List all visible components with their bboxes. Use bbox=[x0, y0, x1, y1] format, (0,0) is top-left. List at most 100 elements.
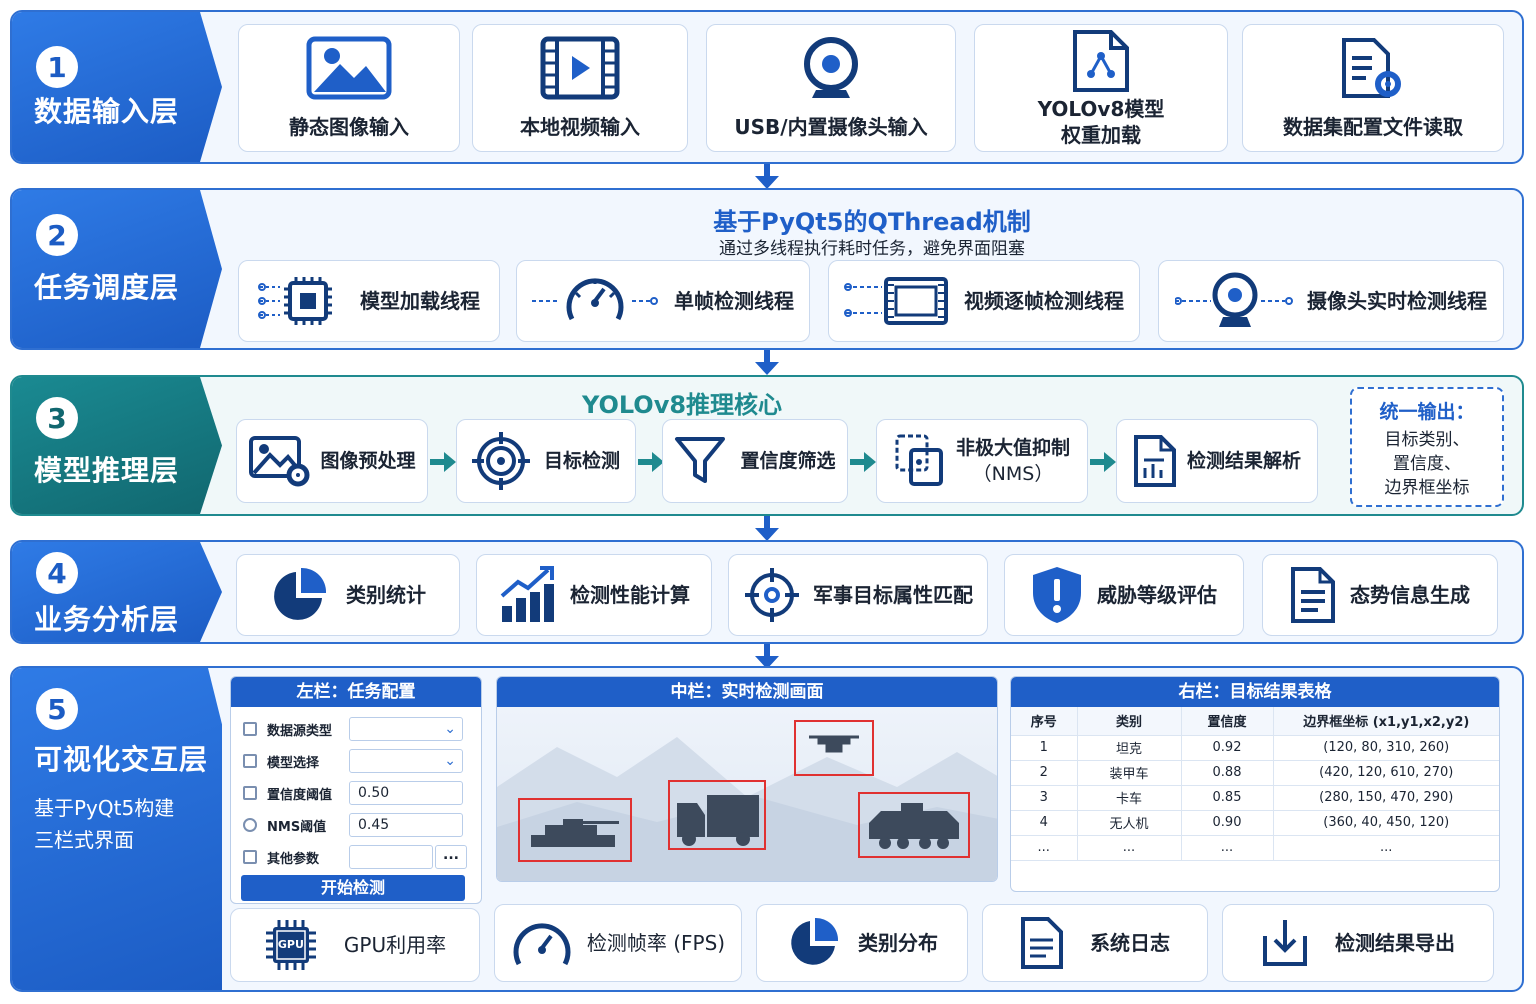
start-detection-button[interactable]: 开始检测 bbox=[241, 875, 465, 901]
card-label: 视频逐帧检测线程 bbox=[964, 289, 1124, 313]
card-label: YOLOv8模型 bbox=[1037, 97, 1165, 121]
document-icon bbox=[1020, 916, 1064, 970]
cell: ... bbox=[1076, 835, 1181, 861]
card-label: 置信度筛选 bbox=[740, 450, 836, 472]
card-single-frame-thread: 单帧检测线程 bbox=[516, 260, 810, 342]
card-label: 本地视频输入 bbox=[520, 115, 640, 139]
layer-business-analysis: 4 业务分析层 类别统计 检测性能计算 军事目标属性匹配 威胁等级评估 态势信息… bbox=[10, 540, 1524, 644]
layer-number: 5 bbox=[36, 688, 78, 730]
nms-threshold-input[interactable]: 0.45 bbox=[349, 813, 463, 837]
chip-icon bbox=[258, 273, 344, 329]
card-label: 单帧检测线程 bbox=[674, 289, 794, 313]
card-label: USB/内置摄像头输入 bbox=[734, 115, 928, 139]
webcam-icon bbox=[798, 36, 864, 102]
card-system-log: 系统日志 bbox=[982, 904, 1208, 982]
growth-chart-icon bbox=[498, 566, 556, 624]
card-threat-assessment: 威胁等级评估 bbox=[1004, 554, 1244, 636]
layer-subtitle: 三栏式界面 bbox=[34, 828, 134, 852]
table-row[interactable]: 3 卡车 0.85 (280, 150, 470, 290) bbox=[1011, 785, 1499, 811]
cell: 坦克 bbox=[1076, 735, 1181, 761]
card-confidence-filter: 置信度筛选 bbox=[662, 419, 848, 503]
confidence-threshold-input[interactable]: 0.50 bbox=[349, 781, 463, 805]
card-dataset-config: 数据集配置文件读取 bbox=[1242, 24, 1504, 152]
scheduling-subtitle: 通过多线程执行耗时任务，避免界面阻塞 bbox=[719, 239, 1025, 259]
layer-number: 2 bbox=[36, 214, 78, 256]
table-row[interactable]: ............ bbox=[1011, 835, 1499, 861]
card-label: 态势信息生成 bbox=[1350, 583, 1470, 607]
table-row[interactable]: 2 装甲车 0.88 (420, 120, 610, 270) bbox=[1011, 760, 1499, 786]
image-settings-icon bbox=[248, 435, 310, 487]
card-military-attribute: 军事目标属性匹配 bbox=[728, 554, 988, 636]
speedometer-icon bbox=[511, 916, 573, 970]
layer-number: 1 bbox=[36, 46, 78, 88]
card-camera-realtime-thread: 摄像头实时检测线程 bbox=[1158, 260, 1504, 342]
layer-subtitle: 基于PyQt5构建 bbox=[34, 796, 175, 820]
cell: 装甲车 bbox=[1076, 760, 1181, 786]
layer-header: 4 业务分析层 bbox=[12, 542, 222, 642]
download-icon bbox=[1261, 918, 1309, 968]
field-label: 模型选择 bbox=[267, 755, 320, 771]
filter-funnel-icon bbox=[674, 435, 726, 487]
card-label: 系统日志 bbox=[1090, 931, 1170, 955]
layer-header: 3 模型推理层 bbox=[12, 377, 222, 514]
card-label: 模型加载线程 bbox=[360, 289, 480, 313]
field-row-confidence: 置信度阈值 0.50 bbox=[243, 781, 473, 805]
cell: 无人机 bbox=[1076, 810, 1181, 836]
field-label: 数据源类型 bbox=[267, 723, 333, 739]
unified-output-title: 统一输出： bbox=[1379, 401, 1475, 423]
document-icon bbox=[1290, 566, 1336, 624]
gear-icon bbox=[243, 818, 257, 832]
layer-header: 1 数据输入层 bbox=[12, 12, 222, 162]
field-label: NMS阈值 bbox=[267, 819, 327, 835]
panel-title: 中栏：实时检测画面 bbox=[497, 677, 997, 707]
arrow-down-icon bbox=[755, 516, 779, 541]
panel-title: 左栏：任务配置 bbox=[231, 677, 481, 707]
card-label: 图像预处理 bbox=[320, 450, 416, 472]
layer-model-inference: 3 模型推理层 YOLOv8推理核心 图像预处理 目标检测 置信度筛选 非极大值… bbox=[10, 375, 1524, 516]
model-file-icon bbox=[1071, 28, 1131, 94]
report-document-icon bbox=[1133, 434, 1177, 488]
source-type-select[interactable]: ⌄ bbox=[349, 717, 463, 741]
column-header: 边界框坐标 (x1,y1,x2,y2) bbox=[1272, 707, 1499, 736]
video-film-icon bbox=[540, 36, 620, 100]
speedometer-icon bbox=[532, 271, 658, 331]
cell: 卡车 bbox=[1076, 785, 1181, 811]
card-fps: 检测帧率 (FPS) bbox=[494, 904, 742, 982]
layer-header: 5 可视化交互层 基于PyQt5构建 三栏式界面 bbox=[12, 668, 222, 990]
card-label: 威胁等级评估 bbox=[1097, 583, 1217, 607]
shield-alert-icon bbox=[1031, 565, 1083, 625]
center-panel-live-view: 中栏：实时检测画面 bbox=[496, 676, 998, 882]
gpu-chip-text: GPU bbox=[277, 938, 304, 951]
webcam-icon bbox=[1175, 271, 1295, 331]
other-params-input[interactable] bbox=[349, 845, 433, 869]
pie-chart-icon bbox=[270, 566, 328, 624]
pie-chart-icon bbox=[786, 916, 840, 970]
card-label: 静态图像输入 bbox=[289, 115, 409, 139]
table-row[interactable]: 4 无人机 0.90 (360, 40, 450, 120) bbox=[1011, 810, 1499, 836]
cell: ... bbox=[1272, 835, 1499, 861]
arrow-right-icon bbox=[850, 452, 876, 472]
card-situation-generation: 态势信息生成 bbox=[1262, 554, 1498, 636]
unified-output-line: 边界框坐标 bbox=[1384, 478, 1470, 498]
field-row-nms: NMS阈值 0.45 bbox=[243, 813, 473, 837]
inference-title: YOLOv8推理核心 bbox=[581, 391, 783, 419]
card-label: 检测性能计算 bbox=[570, 583, 690, 607]
gpu-chip-icon: GPU bbox=[264, 918, 318, 972]
form-icon bbox=[243, 786, 257, 800]
layer-name: 可视化交互层 bbox=[34, 743, 209, 776]
model-select[interactable]: ⌄ bbox=[349, 749, 463, 773]
drone-icon bbox=[809, 735, 859, 753]
arrow-right-icon bbox=[430, 452, 456, 472]
table-row[interactable]: 1 坦克 0.92 (120, 80, 310, 260) bbox=[1011, 735, 1499, 761]
arrow-right-icon bbox=[1090, 452, 1116, 472]
layer-task-scheduling: 2 任务调度层 基于PyQt5的QThread机制 通过多线程执行耗时任务，避免… bbox=[10, 188, 1524, 350]
card-performance-calc: 检测性能计算 bbox=[476, 554, 712, 636]
cell: 1 bbox=[1011, 735, 1077, 761]
more-button[interactable]: ... bbox=[435, 845, 467, 869]
arrow-down-icon bbox=[755, 350, 779, 375]
form-icon bbox=[243, 850, 257, 864]
film-strip-icon bbox=[844, 275, 950, 327]
cell: (120, 80, 310, 260) bbox=[1272, 735, 1499, 761]
card-preprocess: 图像预处理 bbox=[236, 419, 428, 503]
card-label: GPU利用率 bbox=[343, 933, 447, 957]
